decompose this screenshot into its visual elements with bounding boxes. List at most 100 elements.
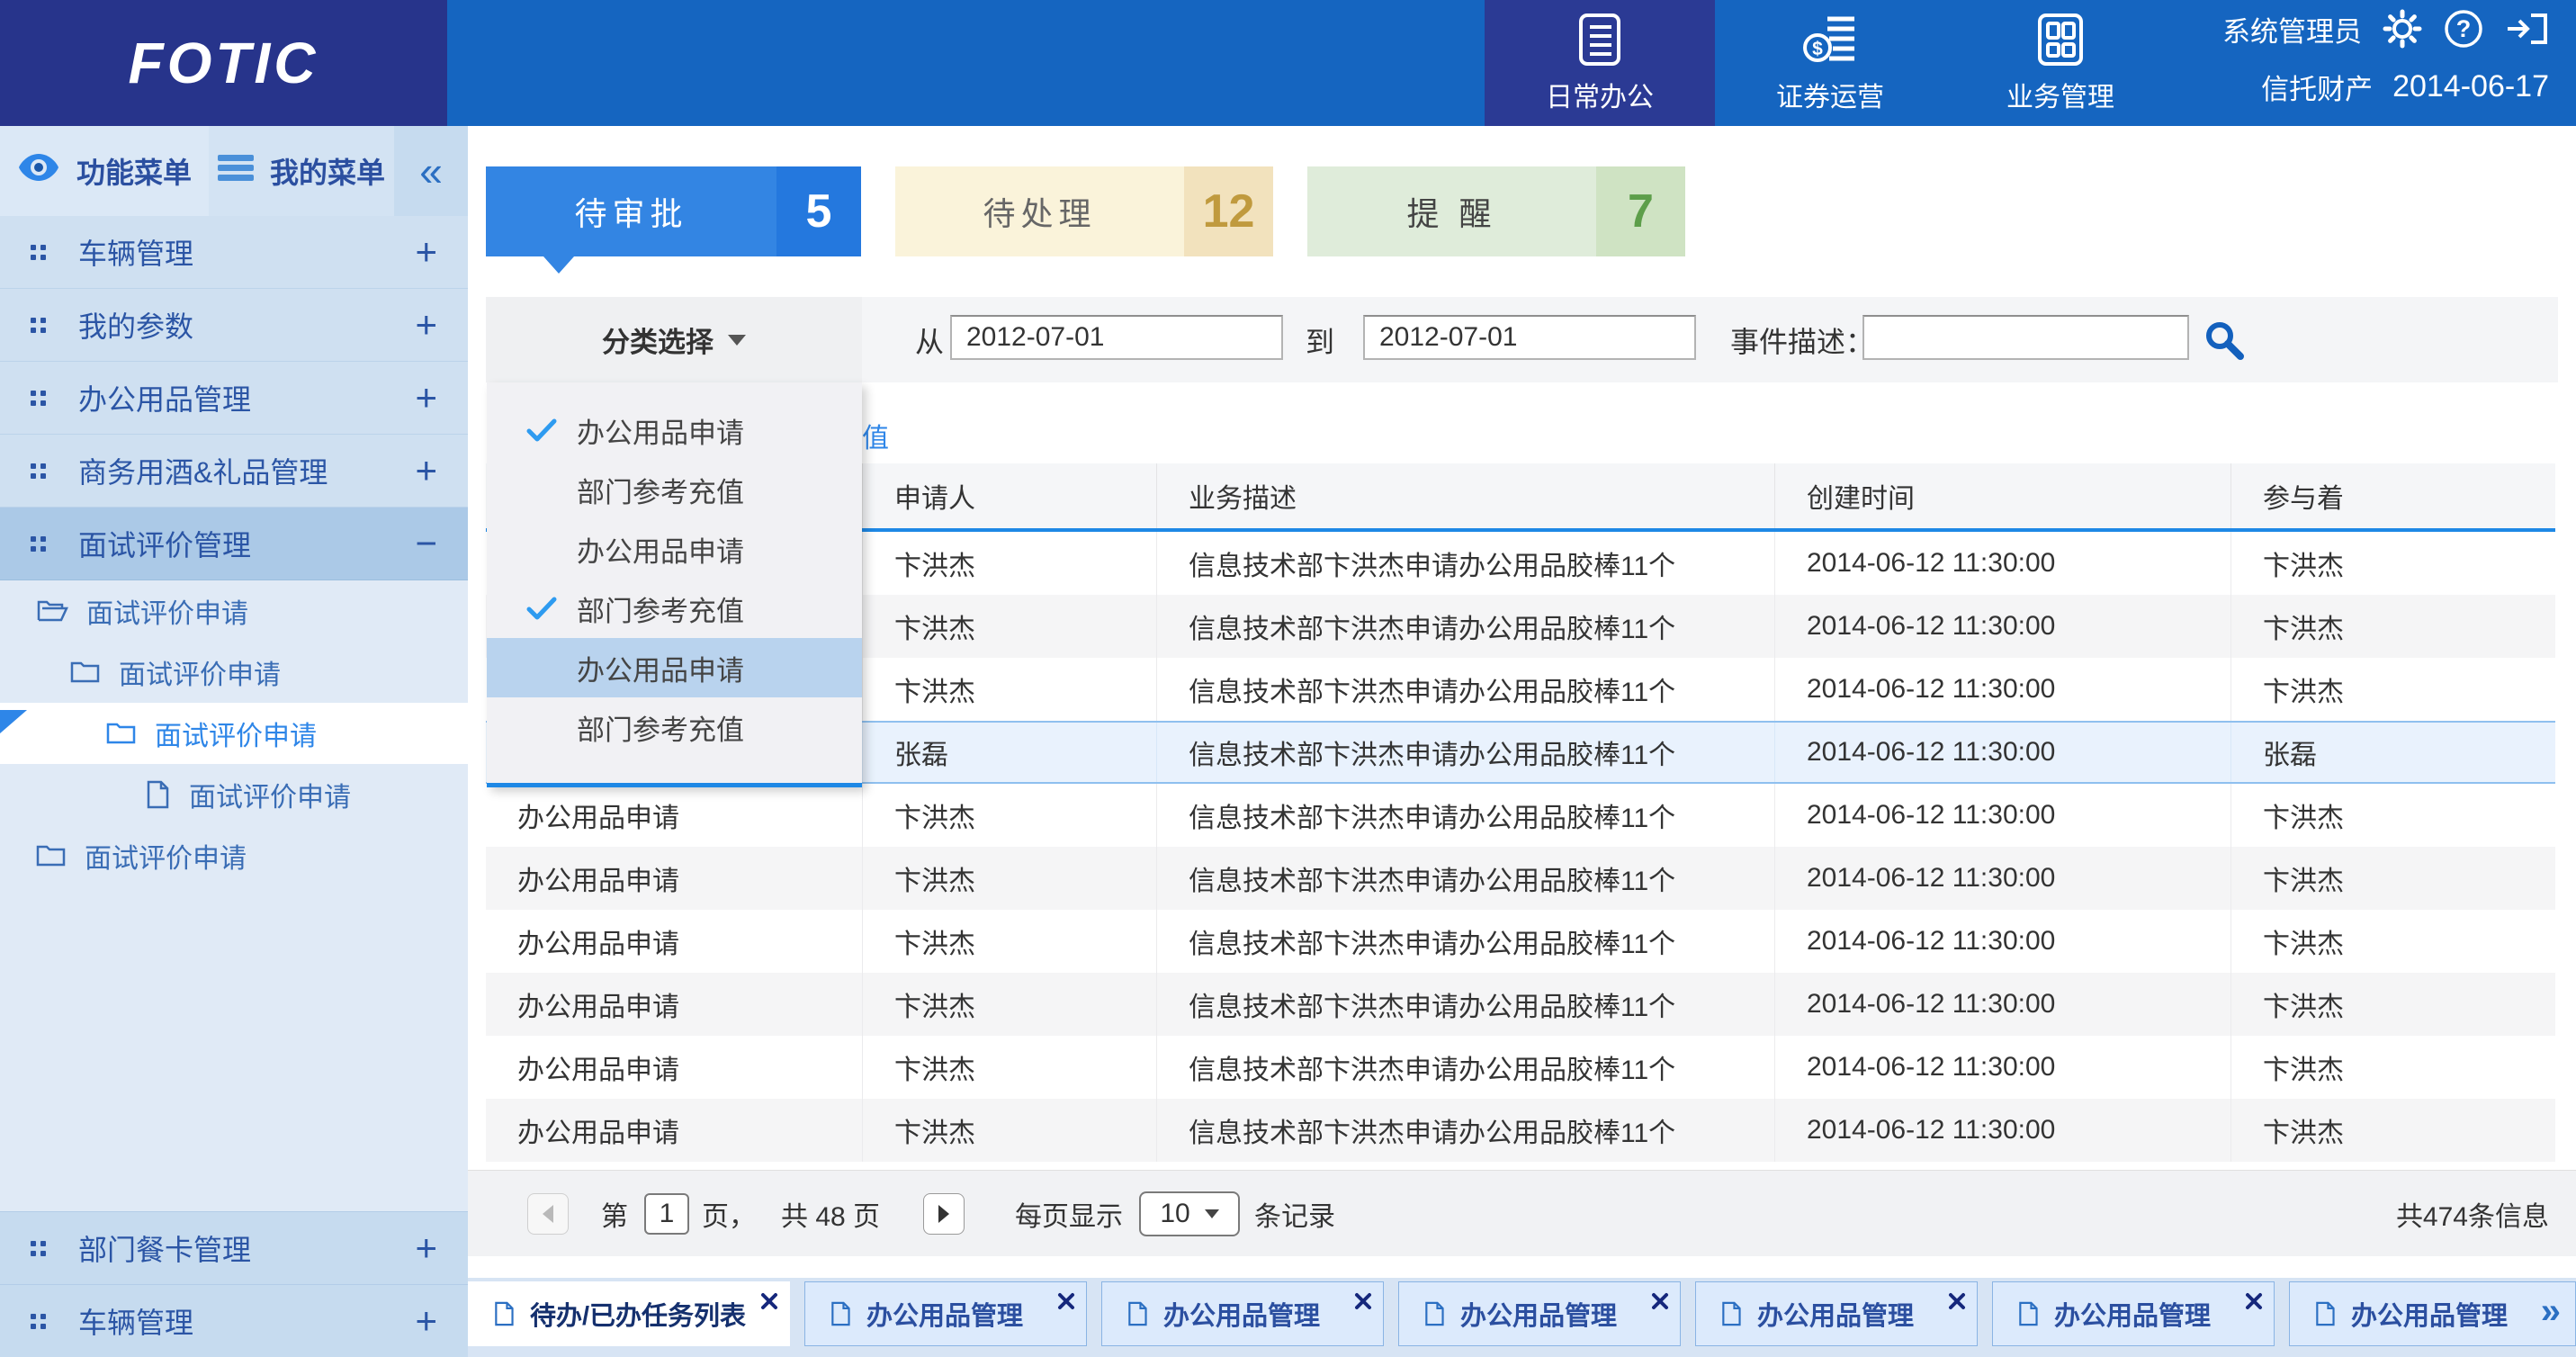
business-grid-icon — [2033, 12, 2088, 67]
table-cell-participant: 卞洪杰 — [2230, 1036, 2555, 1099]
per-page-value: 10 — [1160, 1199, 1189, 1229]
page-number-input[interactable]: 1 — [644, 1193, 689, 1235]
sidebar-item[interactable]: 我的参数+ — [0, 289, 468, 362]
page-icon — [2313, 1299, 2337, 1328]
close-icon[interactable] — [1354, 1288, 1372, 1317]
table-cell-description: 信息技术部卞洪杰申请办公用品胶棒11个 — [1156, 595, 1774, 658]
sidebar-item[interactable]: 部门餐卡管理+ — [0, 1211, 468, 1284]
tree-item[interactable]: 面试评价申请 — [0, 825, 468, 886]
date-to-input[interactable] — [1363, 315, 1696, 360]
tree-item[interactable]: 面试评价申请 — [0, 642, 468, 703]
dropdown-item[interactable]: 部门参考充值 — [487, 460, 862, 519]
table-row[interactable]: 办公用品申请卞洪杰信息技术部卞洪杰申请办公用品胶棒11个2014-06-12 1… — [486, 847, 2555, 910]
dropdown-item[interactable]: 办公用品申请 — [487, 400, 862, 460]
bottom-tab-label: 待办/已办任务列表 — [530, 1295, 746, 1333]
sidebar-item[interactable]: 车辆管理+ — [0, 1284, 468, 1357]
dropdown-item-label: 办公用品申请 — [577, 410, 744, 451]
table-cell-participant: 张磊 — [2230, 723, 2555, 782]
top-tab-1[interactable]: 日常办公 — [1485, 0, 1715, 126]
top-tab-2[interactable]: $证券运营 — [1715, 0, 1945, 126]
dropdown-item[interactable]: 办公用品申请 — [487, 519, 862, 579]
sidebar-item[interactable]: 办公用品管理+ — [0, 362, 468, 435]
dropdown-item[interactable]: 部门参考充值 — [487, 697, 862, 757]
prev-page-button[interactable] — [527, 1193, 569, 1235]
expand-toggle-icon[interactable]: + — [415, 1299, 437, 1343]
summary-cards: 待审批5 待处理12 提 醒7 — [486, 166, 1685, 256]
current-date: 2014-06-17 — [2392, 69, 2549, 104]
table-row[interactable]: 办公用品申请卞洪杰信息技术部卞洪杰申请办公用品胶棒11个2014-06-12 1… — [486, 910, 2555, 973]
bottom-tab-4[interactable]: 办公用品管理 — [1398, 1281, 1681, 1346]
drag-dots-icon — [31, 1241, 46, 1256]
dropdown-item-label: 办公用品申请 — [577, 648, 744, 688]
folder-icon — [106, 721, 137, 746]
close-icon[interactable] — [2245, 1288, 2263, 1317]
table-row[interactable]: 办公用品申请卞洪杰信息技术部卞洪杰申请办公用品胶棒11个2014-06-12 1… — [486, 784, 2555, 847]
sidebar-item-label: 车辆管理 — [78, 231, 415, 273]
tab-label: 我的菜单 — [270, 150, 385, 192]
expand-toggle-icon[interactable]: − — [415, 522, 437, 565]
date-from-input[interactable] — [950, 315, 1283, 360]
tab-overflow-chevron[interactable]: » — [2541, 1291, 2561, 1332]
table-cell-participant: 卞洪杰 — [2230, 658, 2555, 721]
table-row[interactable]: 办公用品申请卞洪杰信息技术部卞洪杰申请办公用品胶棒11个2014-06-12 1… — [486, 1036, 2555, 1099]
category-select[interactable]: 分类选择 — [486, 297, 862, 382]
top-tab-3[interactable]: 业务管理 — [1945, 0, 2176, 126]
chevron-down-icon — [1205, 1209, 1219, 1218]
dropdown-item[interactable]: 办公用品申请 — [487, 638, 862, 697]
expand-toggle-icon[interactable]: + — [415, 1227, 437, 1270]
bottom-tab-6[interactable]: 办公用品管理 — [1992, 1281, 2275, 1346]
table-cell-description: 信息技术部卞洪杰申请办公用品胶棒11个 — [1156, 1099, 1774, 1162]
sidebar-item[interactable]: 商务用酒&礼品管理+ — [0, 435, 468, 508]
sidebar-collapse-button[interactable]: « — [394, 126, 468, 216]
expand-toggle-icon[interactable]: + — [415, 230, 437, 274]
table-cell-participant: 卞洪杰 — [2230, 532, 2555, 595]
expand-toggle-icon[interactable]: + — [415, 449, 437, 492]
tab-my-menu[interactable]: 我的菜单 — [209, 126, 394, 216]
table-row[interactable]: 办公用品申请卞洪杰信息技术部卞洪杰申请办公用品胶棒11个2014-06-12 1… — [486, 1099, 2555, 1162]
summary-card-count: 12 — [1184, 166, 1273, 256]
summary-card-3[interactable]: 提 醒7 — [1307, 166, 1685, 256]
summary-card-label: 待处理 — [895, 166, 1184, 256]
dropdown-item[interactable]: 部门参考充值 — [487, 579, 862, 638]
folder-open-icon — [36, 598, 68, 624]
sidebar-item[interactable]: 车辆管理+ — [0, 216, 468, 289]
close-icon[interactable] — [1948, 1288, 1966, 1317]
summary-card-1[interactable]: 待审批5 — [486, 166, 861, 256]
records-label: 条记录 — [1254, 1194, 1335, 1234]
bottom-tab-7[interactable]: 办公用品管理 » — [2289, 1281, 2576, 1346]
tree-item-label: 面试评价申请 — [189, 775, 351, 814]
tab-function-menu[interactable]: 功能菜单 — [0, 126, 209, 216]
logout-icon[interactable] — [2504, 8, 2549, 49]
top-tab-label: 证券运营 — [1776, 75, 1884, 114]
expand-toggle-icon[interactable]: + — [415, 376, 437, 419]
expand-toggle-icon[interactable]: + — [415, 303, 437, 346]
summary-card-count: 5 — [776, 166, 861, 256]
table-row[interactable]: 办公用品申请卞洪杰信息技术部卞洪杰申请办公用品胶棒11个2014-06-12 1… — [486, 973, 2555, 1036]
page-prefix-label: 第 — [601, 1194, 628, 1234]
tree-item[interactable]: 面试评价申请 — [0, 580, 468, 642]
gear-icon[interactable] — [2382, 8, 2423, 49]
bottom-tab-5[interactable]: 办公用品管理 — [1695, 1281, 1978, 1346]
close-icon[interactable] — [1057, 1288, 1075, 1317]
bottom-tab-label: 办公用品管理 — [1163, 1295, 1320, 1333]
bottom-tab-3[interactable]: 办公用品管理 — [1101, 1281, 1384, 1346]
bottom-tab-label: 办公用品管理 — [2351, 1295, 2508, 1333]
help-icon[interactable]: ? — [2443, 8, 2484, 49]
next-page-button[interactable] — [923, 1193, 965, 1235]
event-desc-label: 事件描述： — [1730, 297, 1874, 382]
sidebar-item[interactable]: 面试评价管理− — [0, 508, 468, 580]
close-icon[interactable] — [1651, 1288, 1669, 1317]
top-tab-label: 业务管理 — [2006, 75, 2114, 114]
search-icon[interactable] — [2203, 319, 2246, 366]
per-page-select[interactable]: 10 — [1139, 1191, 1240, 1236]
bottom-tab-1[interactable]: 待办/已办任务列表 — [468, 1281, 790, 1346]
summary-card-2[interactable]: 待处理12 — [895, 166, 1273, 256]
tree-item[interactable]: 面试评价申请 — [0, 703, 468, 764]
table-cell-created: 2014-06-12 11:30:00 — [1774, 658, 2230, 721]
bottom-tab-2[interactable]: 办公用品管理 — [804, 1281, 1087, 1346]
tree-item[interactable]: 面试评价申请 — [0, 764, 468, 825]
table-header-cell: 申请人 — [862, 463, 1156, 528]
event-desc-input[interactable] — [1862, 315, 2189, 360]
close-icon[interactable] — [760, 1288, 778, 1317]
per-page-label: 每页显示 — [1015, 1194, 1123, 1234]
